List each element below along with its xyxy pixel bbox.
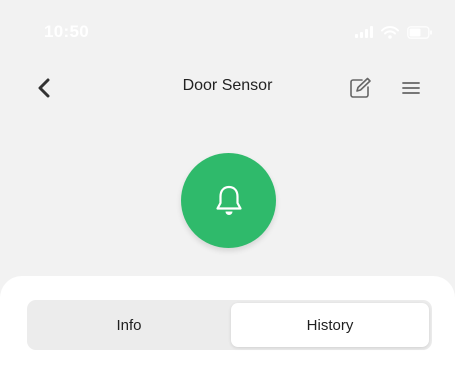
battery-icon	[407, 25, 433, 39]
tab-info[interactable]: Info	[30, 303, 228, 347]
tab-history[interactable]: History	[231, 303, 429, 347]
status-bar: 10:50	[0, 0, 455, 62]
bottom-sheet: Info History	[0, 276, 455, 366]
header: Door Sensor	[0, 62, 455, 114]
status-time: 10:50	[44, 22, 89, 41]
alarm-status-button[interactable]	[181, 153, 276, 248]
edit-button[interactable]	[348, 75, 374, 101]
menu-icon	[402, 82, 420, 94]
status-icons	[355, 24, 433, 40]
edit-icon	[350, 77, 371, 98]
menu-button[interactable]	[398, 75, 424, 101]
bell-icon	[215, 185, 242, 215]
tab-group: Info History	[27, 300, 432, 350]
signal-icon	[355, 26, 373, 38]
page-title: Door Sensor	[182, 77, 273, 94]
wifi-icon	[381, 25, 399, 39]
